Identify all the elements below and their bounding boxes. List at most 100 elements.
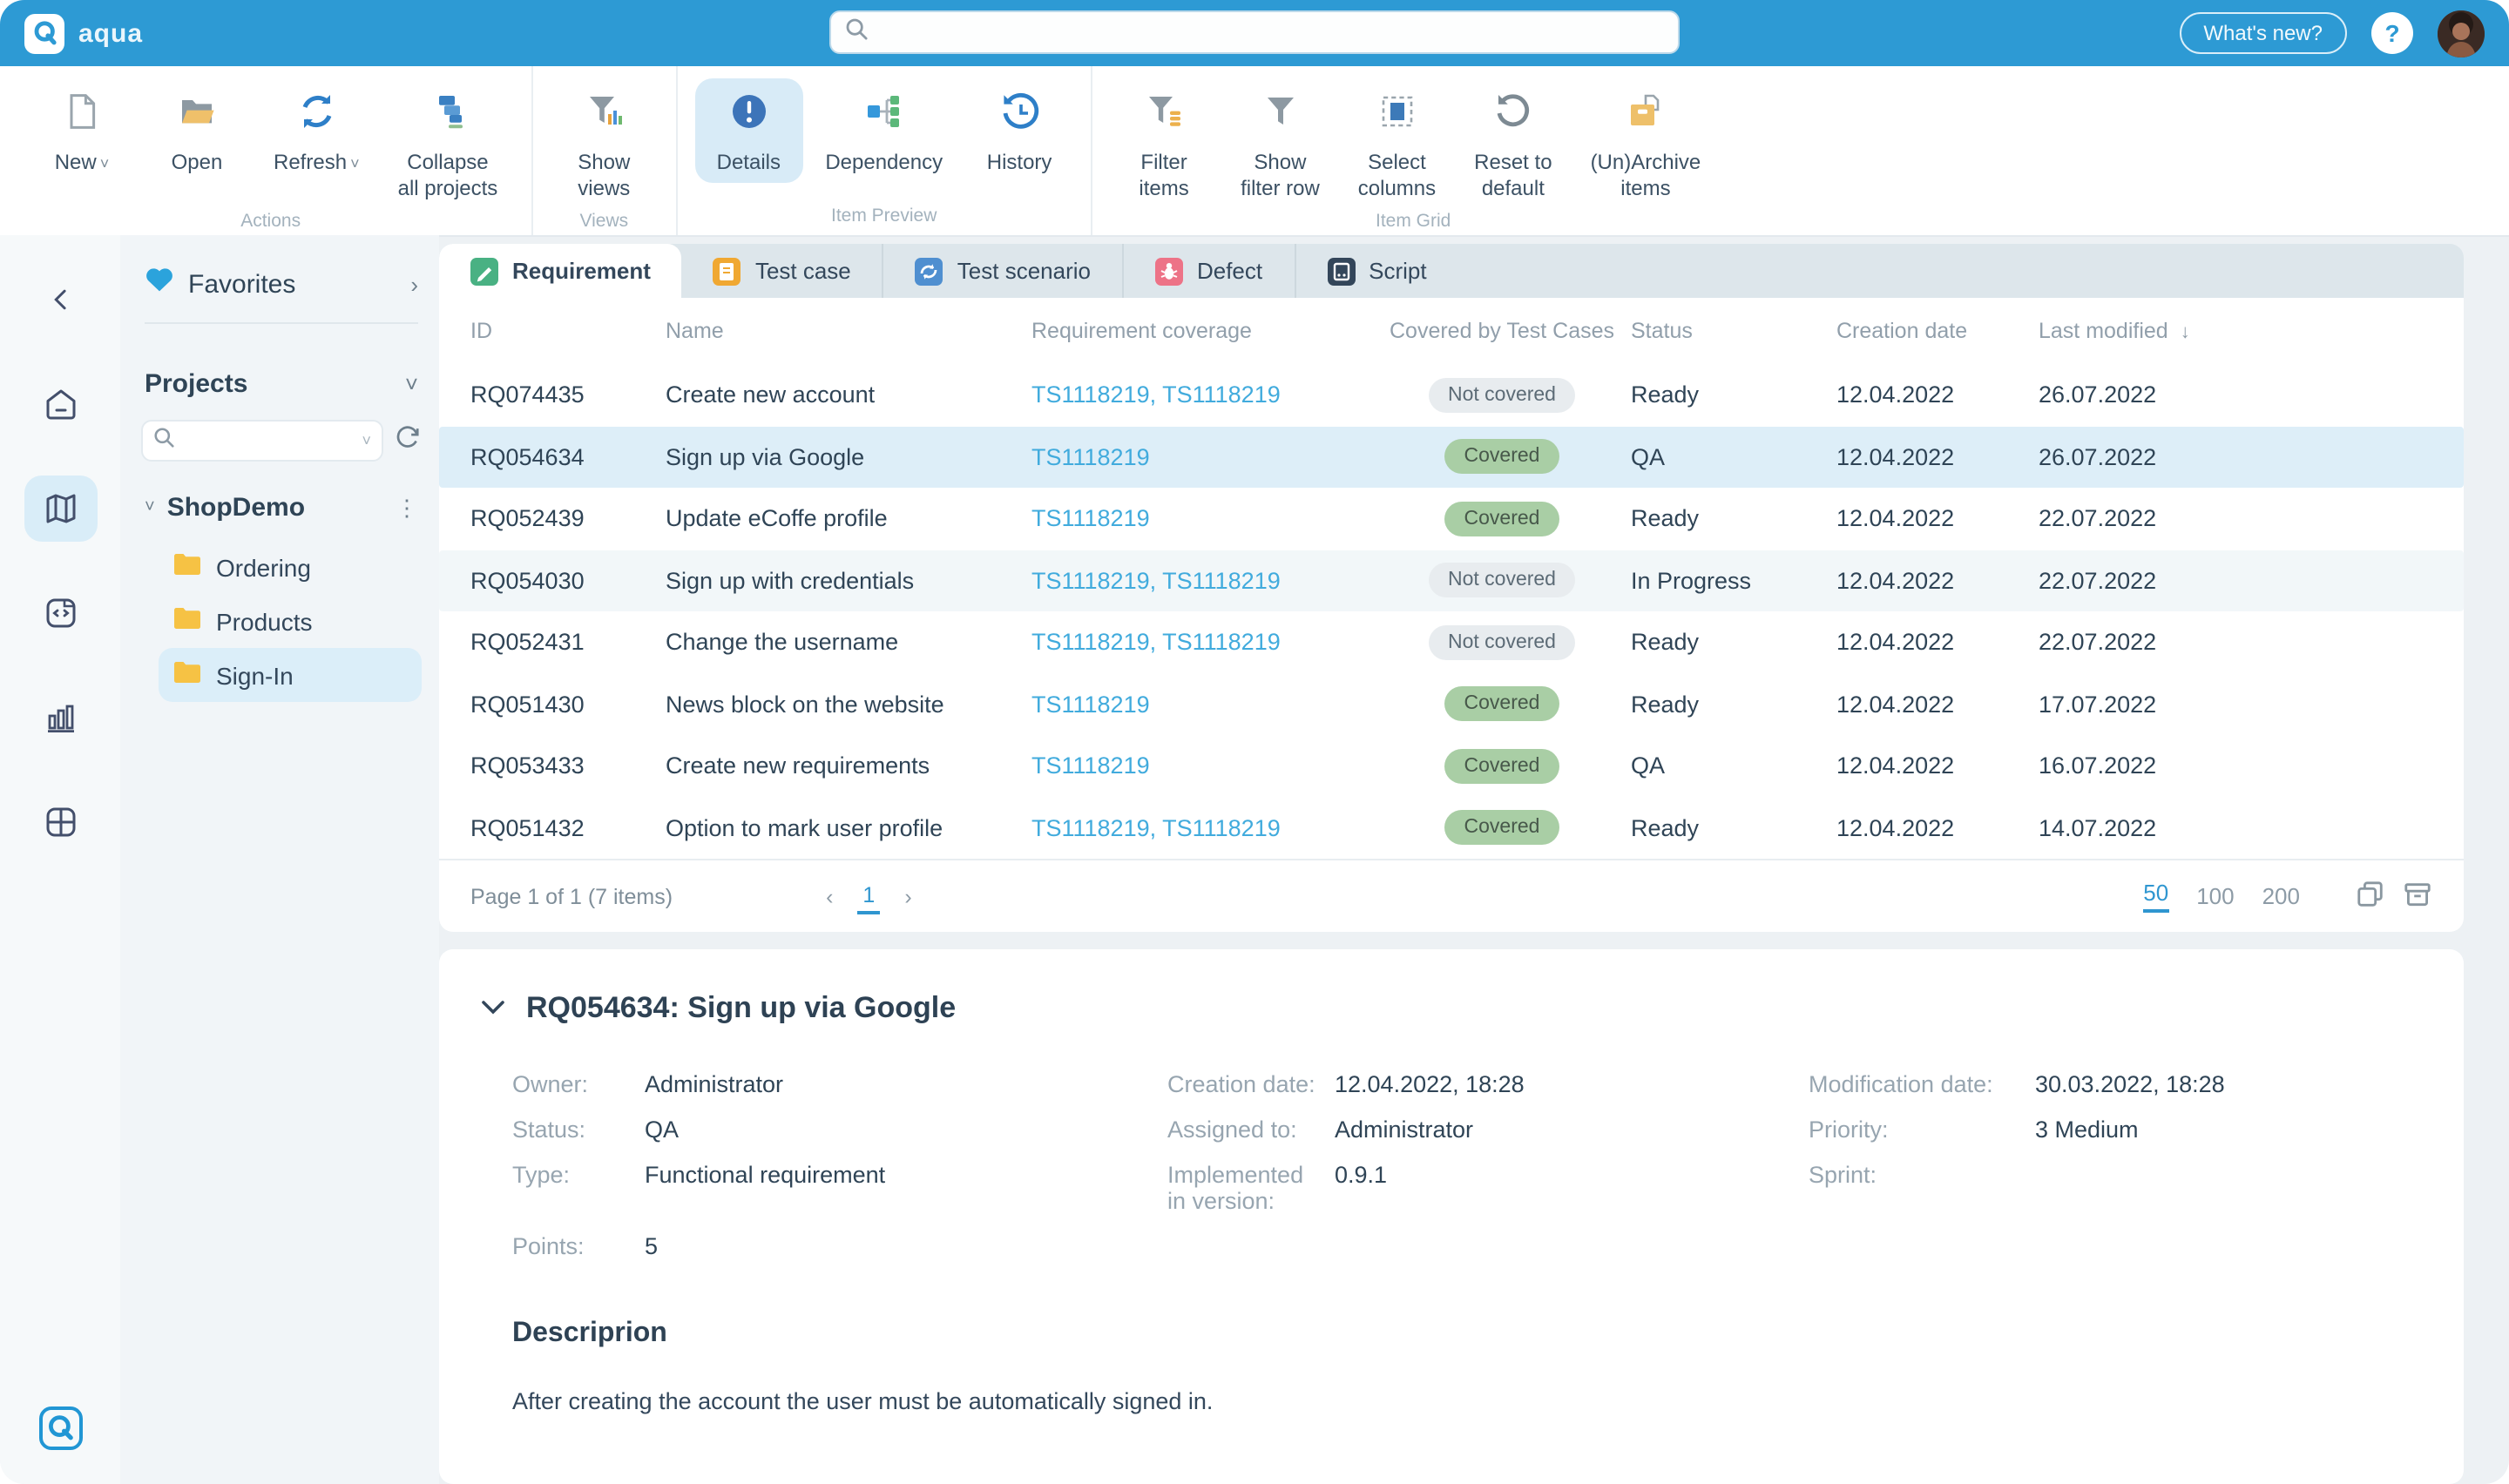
folder-icon (172, 606, 202, 636)
col-header-name[interactable]: Name (666, 319, 1031, 343)
copy-icon[interactable] (2356, 879, 2385, 914)
defect-icon (1155, 257, 1183, 285)
new-button[interactable]: New˅ (28, 78, 136, 183)
table-row[interactable]: RQ052431 Change the username TS1118219, … (439, 611, 2464, 673)
tab-label: Test case (755, 258, 851, 284)
col-header-status[interactable]: Status (1631, 319, 1836, 343)
cell-name: Change the username (666, 630, 1031, 656)
tab-script[interactable]: Script (1294, 244, 1457, 298)
collapse-details-icon[interactable] (481, 993, 505, 1024)
page-size-100[interactable]: 100 (2196, 883, 2234, 909)
cell-coverage-link[interactable]: TS1118219, TS1118219 (1031, 630, 1373, 656)
left-rail (0, 235, 120, 1484)
help-button[interactable]: ? (2371, 12, 2413, 54)
tree-folder-ordering[interactable]: Ordering (159, 540, 422, 594)
cell-modified: 22.07.2022 (2039, 506, 2282, 532)
filter-items-button[interactable]: Filter items (1110, 78, 1218, 209)
projects-header[interactable]: Projects ˅ (141, 324, 422, 416)
map-icon[interactable] (24, 476, 97, 542)
next-page-button[interactable]: › (904, 884, 911, 908)
tree-folder-sign-in[interactable]: Sign-In (159, 648, 422, 702)
search-input[interactable] (878, 18, 1664, 46)
cell-coverage-link[interactable]: TS1118219, TS1118219 (1031, 568, 1373, 594)
tab-requirement[interactable]: Requirement (439, 244, 682, 298)
details-button[interactable]: Details (694, 78, 802, 183)
refresh-button[interactable]: Refresh˅ (258, 78, 375, 183)
bar-chart-icon[interactable] (24, 685, 97, 751)
status-value: QA (645, 1116, 1167, 1143)
unarchive-items-button[interactable]: (Un)Archive items (1575, 78, 1717, 209)
dashboard-grid-icon[interactable] (24, 789, 97, 855)
modification-date-label: Modification date: (1809, 1071, 2035, 1097)
cell-created: 12.04.2022 (1836, 630, 2039, 656)
cell-coverage-link[interactable]: TS1118219 (1031, 444, 1373, 470)
cell-coverage-link[interactable]: TS1118219 (1031, 691, 1373, 718)
chevron-down-icon[interactable]: ˅ (362, 432, 371, 449)
kebab-menu-icon[interactable]: ⋮ (396, 494, 418, 522)
col-header-covered[interactable]: Covered by Test Cases (1373, 319, 1631, 343)
cell-coverage-link[interactable]: TS1118219 (1031, 753, 1373, 779)
tab-label: Defect (1197, 258, 1262, 284)
tab-defect[interactable]: Defect (1122, 244, 1294, 298)
open-button[interactable]: Open (143, 78, 251, 183)
refresh-projects-icon[interactable] (394, 422, 422, 459)
show-filter-row-button[interactable]: Show filter row (1225, 78, 1336, 209)
cell-id: RQ054030 (470, 568, 666, 594)
tab-test-case[interactable]: Test case (682, 244, 883, 298)
show-views-button[interactable]: Show views (550, 78, 658, 209)
current-page[interactable]: 1 (857, 879, 880, 914)
cell-coverage-link[interactable]: TS1118219, TS1118219 (1031, 815, 1373, 841)
code-file-icon[interactable] (24, 580, 97, 646)
col-header-created[interactable]: Creation date (1836, 319, 2039, 343)
table-row[interactable]: RQ074435 Create new account TS1118219, T… (439, 364, 2464, 426)
table-row[interactable]: RQ051430 News block on the website TS111… (439, 673, 2464, 735)
collapse-all-projects-button[interactable]: Collapse all projects (382, 78, 514, 209)
home-icon[interactable] (24, 371, 97, 437)
select-columns-label: Select columns (1358, 150, 1436, 202)
select-columns-button[interactable]: Select columns (1342, 78, 1451, 209)
col-header-modified[interactable]: Last modified↓ (2039, 319, 2282, 343)
status-label: Status: (512, 1116, 645, 1143)
table-row[interactable]: RQ053433 Create new requirements TS11182… (439, 735, 2464, 797)
prev-page-button[interactable]: ‹ (826, 884, 833, 908)
reset-to-default-label: Reset to default (1474, 150, 1552, 202)
cell-id: RQ074435 (470, 382, 666, 408)
test-scenario-icon (916, 257, 943, 285)
project-search[interactable]: ˅ (141, 420, 383, 462)
page-size-50[interactable]: 50 (2143, 880, 2168, 913)
chevron-down-icon[interactable]: ˅ (145, 498, 155, 517)
col-header-id[interactable]: ID (470, 319, 666, 343)
favorites-header[interactable]: Favorites › (141, 260, 422, 322)
refresh-icon (295, 91, 337, 141)
col-header-coverage[interactable]: Requirement coverage (1031, 319, 1373, 343)
table-row[interactable]: RQ052439 Update eCoffe profile TS1118219… (439, 488, 2464, 550)
cell-modified: 22.07.2022 (2039, 630, 2282, 656)
project-search-input[interactable] (183, 427, 353, 455)
pager-summary: Page 1 of 1 (7 items) (470, 884, 673, 908)
history-button[interactable]: History (965, 78, 1073, 183)
archive-box-icon[interactable] (2403, 879, 2432, 914)
table-row[interactable]: RQ054030 Sign up with credentials TS1118… (439, 550, 2464, 611)
collapse-sidebar-button[interactable] (24, 266, 97, 333)
tree-node-shopdemo[interactable]: ˅ ShopDemo ⋮ (141, 486, 422, 540)
page-size-200[interactable]: 200 (2262, 883, 2300, 909)
tree-folder-products[interactable]: Products (159, 594, 422, 648)
table-row[interactable]: RQ051432 Option to mark user profile TS1… (439, 797, 2464, 859)
cell-coverage-link[interactable]: TS1118219 (1031, 506, 1373, 532)
avatar[interactable] (2438, 10, 2485, 57)
table-row-selected[interactable]: RQ054634 Sign up via Google TS1118219 Co… (439, 426, 2464, 488)
group-label-views: Views (579, 209, 628, 237)
dependency-button[interactable]: Dependency (809, 78, 958, 183)
tab-label: Requirement (512, 258, 651, 284)
cell-coverage-link[interactable]: TS1118219, TS1118219 (1031, 382, 1373, 408)
cell-created: 12.04.2022 (1836, 753, 2039, 779)
chevron-right-icon[interactable]: › (410, 271, 418, 297)
tab-test-scenario[interactable]: Test scenario (883, 244, 1122, 298)
coverage-badge: Covered (1445, 440, 1559, 475)
global-search[interactable] (829, 10, 1680, 54)
whats-new-button[interactable]: What's new? (2179, 12, 2347, 54)
sort-desc-icon[interactable]: ↓ (2181, 322, 2190, 343)
owner-label: Owner: (512, 1071, 645, 1097)
cell-name: Sign up with credentials (666, 568, 1031, 594)
reset-to-default-button[interactable]: Reset to default (1458, 78, 1567, 209)
